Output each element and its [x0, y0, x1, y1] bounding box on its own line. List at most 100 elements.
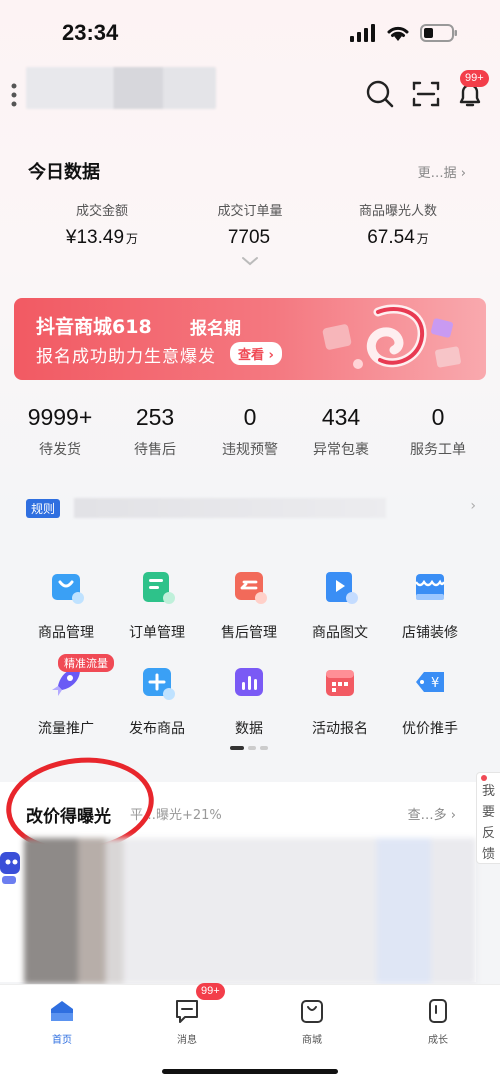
message-icon [173, 997, 201, 1025]
grid-item-label: 流量推广 [38, 721, 94, 737]
grid-item-label: 发布商品 [129, 721, 185, 737]
banner-view-button[interactable]: 查看 › [230, 342, 282, 365]
notification-badge: 99+ [460, 70, 489, 87]
grid-item-label: 商品图文 [312, 625, 368, 641]
tab-growth[interactable]: 成长 [388, 997, 488, 1046]
rules-notice[interactable]: 规则 › [26, 498, 476, 520]
status-bar: 23:34 [0, 0, 500, 62]
stat-number: 0 [243, 404, 257, 430]
media-play-icon [322, 568, 358, 604]
grid-item-order-management[interactable]: 订单管理 [107, 568, 207, 642]
feedback-char: 馈 [481, 847, 495, 862]
svg-text:¥: ¥ [431, 676, 439, 691]
tab-messages[interactable]: 消息 [137, 997, 237, 1046]
calendar-icon [322, 664, 358, 700]
metric-value-wrap: 67.54 万 [318, 227, 478, 249]
metric-value: 7705 [227, 227, 271, 248]
return-icon [231, 568, 267, 604]
grid-item-label: 优价推手 [402, 721, 458, 737]
bar-chart-icon [231, 664, 267, 700]
grid-item-publish-product[interactable]: 发布商品 [107, 664, 207, 738]
status-time: 23:34 [62, 20, 119, 45]
banner-tag: 报名期 [190, 319, 241, 339]
metric-gmv[interactable]: 成交金额 ¥13.49 万 [22, 200, 182, 249]
banner-title: 抖音商城618 [36, 316, 152, 338]
battery-icon [420, 24, 457, 42]
feedback-dot [481, 775, 487, 781]
metric-exposure[interactable]: 商品曝光人数 67.54 万 [318, 200, 478, 249]
metric-unit: 万 [416, 232, 429, 246]
metric-orders[interactable]: 成交订单量 7705 [170, 200, 330, 249]
chevron-right-icon: › [470, 498, 476, 514]
tab-mall[interactable]: 商城 [262, 997, 362, 1046]
grid-item-product-media[interactable]: 商品图文 [290, 568, 390, 642]
home-icon [48, 997, 76, 1025]
stat-label: 违规预警 [222, 442, 278, 458]
stat-abnormal-package[interactable]: 434 异常包裹 [291, 404, 391, 459]
status-icons [350, 24, 458, 42]
grid-item-product-management[interactable]: 商品管理 [16, 568, 116, 642]
product-list-redacted[interactable] [24, 838, 476, 984]
grid-item-traffic-promotion[interactable]: 流量推广 [16, 664, 116, 738]
tab-label: 消息 [177, 1035, 197, 1046]
feedback-tab[interactable]: 我 要 反 馈 [476, 772, 500, 864]
assistant-robot-icon[interactable] [0, 848, 24, 888]
stat-label: 异常包裹 [313, 442, 369, 458]
view-more-link[interactable]: 查…多 › [408, 804, 456, 823]
wifi-icon [387, 26, 409, 41]
stat-label: 服务工单 [410, 442, 466, 458]
price-tag-icon: ¥ [412, 664, 448, 700]
mall-bag-icon [298, 997, 326, 1025]
grid-item-label: 商品管理 [38, 625, 94, 641]
banner-illustration-icon [322, 304, 461, 369]
feedback-char: 要 [481, 805, 495, 820]
tab-label: 商城 [302, 1035, 322, 1046]
stat-service-ticket[interactable]: 0 服务工单 [388, 404, 488, 459]
shopping-bag-icon [48, 568, 84, 604]
tab-home[interactable]: 首页 [12, 997, 112, 1046]
store-name-redacted[interactable] [26, 67, 216, 109]
grid-item-aftersale-management[interactable]: 售后管理 [199, 568, 299, 642]
stat-pending-aftersale[interactable]: 253 待售后 [105, 404, 205, 459]
metric-value-wrap: 7705 [170, 227, 330, 249]
grid-item-label: 订单管理 [129, 625, 185, 641]
metric-label: 成交金额 [75, 204, 128, 219]
expand-chevron-icon[interactable] [240, 256, 260, 266]
banner-subtitle: 报名成功助力生意爆发 [36, 347, 216, 367]
more-data-link[interactable]: 更…据 › [418, 162, 466, 181]
growth-icon [424, 997, 452, 1025]
stat-pending-shipment[interactable]: 9999+ 待发货 [10, 404, 110, 459]
stat-violation-warning[interactable]: 0 违规预警 [200, 404, 300, 459]
grid-page-indicator [230, 746, 268, 750]
metric-value-wrap: ¥13.49 万 [22, 227, 182, 249]
grid-item-label: 活动报名 [312, 721, 368, 737]
order-list-icon [139, 568, 175, 604]
search-icon[interactable] [364, 78, 396, 110]
order-stats: 9999+ 待发货 253 待售后 0 违规预警 434 异常包裹 0 服务工单 [0, 404, 500, 468]
metric-value: ¥13.49 [65, 227, 125, 248]
stat-label: 待发货 [39, 442, 81, 458]
metric-unit: 万 [126, 232, 139, 246]
app-screen: 23:34 99+ 今日数据 更…据 › 成交金额 ¥13.49 万 成交订单量… [0, 0, 500, 1084]
grid-item-data[interactable]: 数据 [199, 664, 299, 738]
stat-number: 0 [431, 404, 445, 430]
promo-banner-618[interactable]: 抖音商城618 报名期 报名成功助力生意爆发 查看 › [14, 298, 486, 380]
grid-item-label: 售后管理 [221, 625, 277, 641]
grid-item-label: 店铺装修 [402, 625, 458, 641]
grid-item-event-signup[interactable]: 活动报名 [290, 664, 390, 738]
plus-icon [139, 664, 175, 700]
stat-number: 434 [321, 404, 361, 430]
metric-value: 67.54 [367, 227, 415, 248]
grid-item-price-promoter[interactable]: ¥ 优价推手 [380, 664, 480, 738]
top-header: 99+ [0, 62, 500, 128]
scan-icon[interactable] [410, 78, 442, 110]
section-title: 今日数据 [28, 162, 100, 183]
more-dots-icon[interactable] [10, 82, 18, 108]
stat-number: 9999+ [27, 404, 93, 430]
grid-item-store-decoration[interactable]: 店铺装修 [380, 568, 480, 642]
rules-tag: 规则 [26, 499, 61, 518]
stat-label: 待售后 [134, 442, 176, 458]
feedback-char: 我 [481, 784, 495, 799]
grid-item-label: 数据 [235, 721, 263, 737]
messages-badge: 99+ [196, 983, 225, 1000]
